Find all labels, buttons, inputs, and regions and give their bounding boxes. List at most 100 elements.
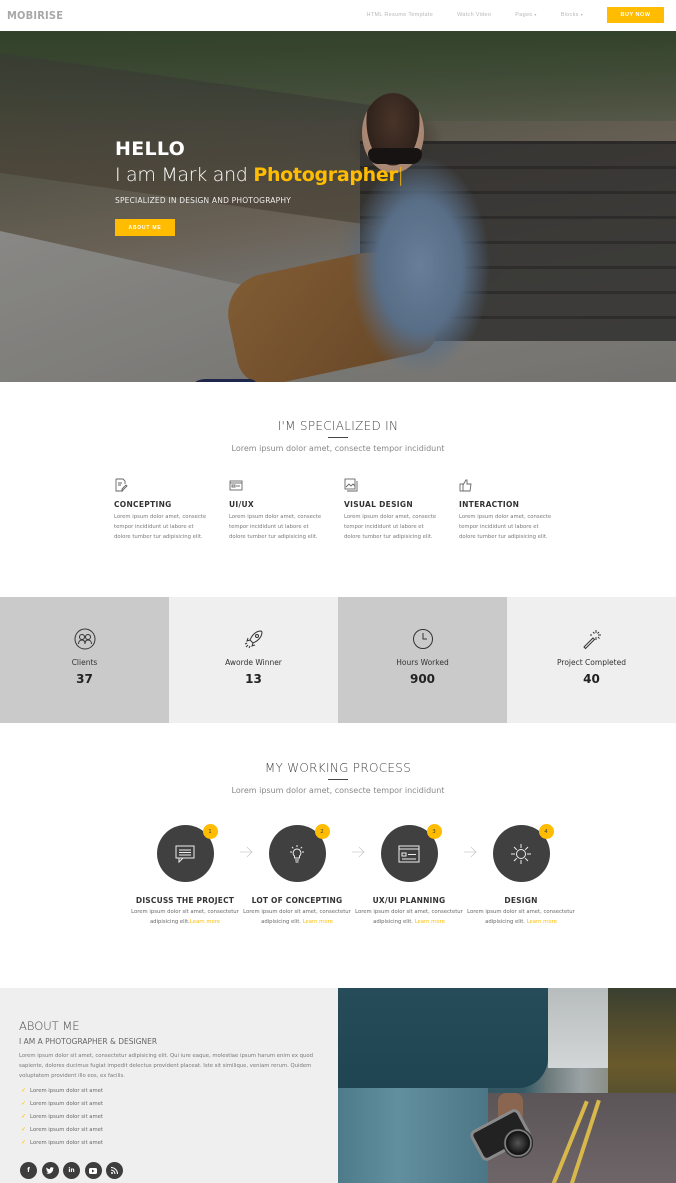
- learn-more-link[interactable]: Learn more: [415, 919, 445, 925]
- spec-name: UI/UX: [229, 500, 254, 509]
- list-item-text: Lorem ipsum dolor sit amet: [30, 1087, 103, 1094]
- spec-desc: Lorem ipsum dolor amet, consecte tempor …: [459, 514, 552, 540]
- process-step-desc-text: Lorem ipsum dolor sit amet, consectetur …: [467, 909, 575, 925]
- hero-content: HELLO I am Mark and Photographer| SPECIA…: [115, 138, 404, 236]
- youtube-icon[interactable]: [84, 1162, 102, 1179]
- stat-award-winner: Aworde Winner 13: [169, 597, 338, 723]
- stat-value: 13: [245, 672, 262, 686]
- list-item-text: Lorem ipsum dolor sit amet: [30, 1139, 103, 1146]
- brand-logo[interactable]: MOBIRISE: [7, 9, 63, 22]
- sun-icon: [510, 843, 532, 865]
- process-step-name: DESIGN: [504, 896, 538, 905]
- process-step-design: 4 DESIGN Lorem ipsum dolor sit amet, con…: [465, 824, 577, 927]
- list-item: ✓ Lorem ipsum dolor sit amet: [21, 1097, 103, 1110]
- photo-jeans: [338, 1083, 488, 1183]
- buy-now-button[interactable]: BUY NOW: [607, 7, 664, 23]
- process-step-desc: Lorem ipsum dolor sit amet, consectetur …: [130, 907, 240, 927]
- specialized-title-rule: [328, 437, 348, 438]
- process-title: MY WORKING PROCESS: [264, 761, 412, 775]
- linkedin-icon[interactable]: in: [63, 1162, 80, 1179]
- browser-window-icon: [398, 845, 420, 863]
- hero-headline-accent: Photographer: [253, 164, 398, 186]
- nav-link-label: Blocks: [560, 12, 579, 18]
- about-section: ABOUT ME I AM A PHOTOGRAPHER & DESIGNER …: [0, 988, 338, 1183]
- stat-hours-worked: Hours Worked 900: [338, 597, 507, 723]
- specialized-title: I'M SPECIALIZED IN: [277, 419, 399, 433]
- specialized-subtitle: Lorem ipsum dolor amet, consecte tempor …: [231, 444, 445, 453]
- learn-more-link[interactable]: Learn more: [303, 919, 333, 925]
- process-step-desc-text: Lorem ipsum dolor sit amet, consectetur …: [131, 909, 239, 925]
- list-item: ✓ Lorem ipsum dolor sit amet: [21, 1136, 103, 1149]
- facebook-icon[interactable]: f: [20, 1162, 37, 1179]
- step-number-badge: 3: [426, 824, 442, 839]
- about-me-button[interactable]: ABOUT ME: [115, 219, 175, 236]
- users-icon: [74, 628, 96, 650]
- spec-item-interaction: INTERACTION Lorem ipsum dolor amet, cons…: [459, 478, 574, 542]
- about-subtitle: I AM A PHOTOGRAPHER & DESIGNER: [19, 1037, 158, 1046]
- process-step-discuss: 1 DISCUSS THE PROJECT Lorem ipsum dolor …: [129, 824, 253, 927]
- learn-more-link[interactable]: Learn more: [527, 919, 557, 925]
- process-circle: 3: [380, 824, 442, 882]
- process-step-desc-text: Lorem ipsum dolor sit amet, consectetur …: [355, 909, 463, 925]
- rss-icon[interactable]: [106, 1162, 123, 1179]
- spec-name: VISUAL DESIGN: [344, 500, 413, 509]
- about-list: ✓ Lorem ipsum dolor sit amet ✓ Lorem ipsum…: [21, 1084, 103, 1149]
- check-icon: ✓: [21, 1100, 27, 1107]
- nav-link-html-resume-template[interactable]: HTML Resume Template: [367, 12, 434, 18]
- stats-section: Clients 37 Aworde Winner 13 Hours Worked…: [0, 597, 676, 723]
- hero-section: HELLO I am Mark and Photographer| SPECIA…: [0, 31, 676, 382]
- process-step-name: DISCUSS THE PROJECT: [135, 896, 235, 905]
- spec-item-visual-design: VISUAL DESIGN Lorem ipsum dolor amet, co…: [344, 478, 459, 542]
- process-step-name: UX/UI PLANNING: [372, 896, 446, 905]
- nav-link-blocks[interactable]: Blocks ▾: [561, 12, 583, 18]
- spec-item-concepting: CONCEPTING Lorem ipsum dolor amet, conse…: [114, 478, 229, 542]
- process-step-planning: 3 UX/UI PLANNING Lorem ipsum dolor sit a…: [353, 824, 477, 927]
- spec-name: CONCEPTING: [114, 500, 172, 509]
- stat-label: Aworde Winner: [225, 658, 282, 667]
- nav-link-pages[interactable]: Pages ▾: [515, 12, 536, 18]
- step-number-badge: 4: [538, 824, 554, 839]
- nav-links: HTML Resume Template Watch Video Pages ▾ …: [367, 7, 664, 23]
- linkedin-glyph: in: [68, 1167, 75, 1174]
- photo-camera-lens: [503, 1128, 533, 1158]
- chat-icon: [175, 845, 195, 863]
- process-step-desc: Lorem ipsum dolor sit amet, consectetur …: [354, 907, 464, 927]
- process-step-name: LOT OF CONCEPTING: [251, 896, 343, 905]
- edit-icon: [114, 478, 128, 492]
- process-steps: 1 DISCUSS THE PROJECT Lorem ipsum dolor …: [129, 824, 577, 927]
- photo-jacket: [338, 988, 548, 1088]
- hero-subtitle: SPECIALIZED IN DESIGN AND PHOTOGRAPHY: [115, 196, 291, 205]
- photo-trees: [608, 988, 676, 1098]
- step-number-badge: 1: [202, 824, 218, 839]
- twitter-icon[interactable]: [41, 1162, 59, 1179]
- learn-more-link[interactable]: Learn more: [190, 919, 220, 925]
- process-step-desc: Lorem ipsum dolor sit amet, consectetur …: [466, 907, 576, 927]
- spec-name: INTERACTION: [459, 500, 520, 509]
- about-photo: [338, 988, 676, 1183]
- caret-down-icon: ▾: [580, 12, 583, 17]
- list-item-text: Lorem ipsum dolor sit amet: [30, 1126, 103, 1133]
- stat-label: Project Completed: [557, 658, 626, 667]
- check-icon: ✓: [21, 1126, 27, 1133]
- stat-label: Hours Worked: [396, 658, 449, 667]
- nav-link-watch-video[interactable]: Watch Video: [457, 12, 491, 18]
- list-item-text: Lorem ipsum dolor sit amet: [30, 1113, 103, 1120]
- browser-window-icon: [229, 478, 243, 492]
- nav-link-label: Watch Video: [457, 12, 492, 18]
- hero-headline: I am Mark and Photographer|: [115, 164, 404, 186]
- about-title: ABOUT ME: [19, 1019, 80, 1033]
- stat-value: 40: [583, 672, 600, 686]
- process-circle: 4: [492, 824, 554, 882]
- specialized-grid: CONCEPTING Lorem ipsum dolor amet, conse…: [114, 478, 574, 542]
- spec-desc: Lorem ipsum dolor amet, consecte tempor …: [114, 514, 207, 540]
- spec-item-uiux: UI/UX Lorem ipsum dolor amet, consecte t…: [229, 478, 344, 542]
- process-step-desc: Lorem ipsum dolor sit amet, consectetur …: [242, 907, 352, 927]
- stat-value: 37: [76, 672, 93, 686]
- spec-desc: Lorem ipsum dolor amet, consecte tempor …: [229, 514, 322, 540]
- check-icon: ✓: [21, 1139, 27, 1146]
- clock-icon: [412, 628, 434, 650]
- lightbulb-icon: [287, 844, 307, 864]
- list-item: ✓ Lorem ipsum dolor sit amet: [21, 1123, 103, 1136]
- social-links: f in: [20, 1162, 128, 1179]
- facebook-glyph: f: [27, 1167, 30, 1174]
